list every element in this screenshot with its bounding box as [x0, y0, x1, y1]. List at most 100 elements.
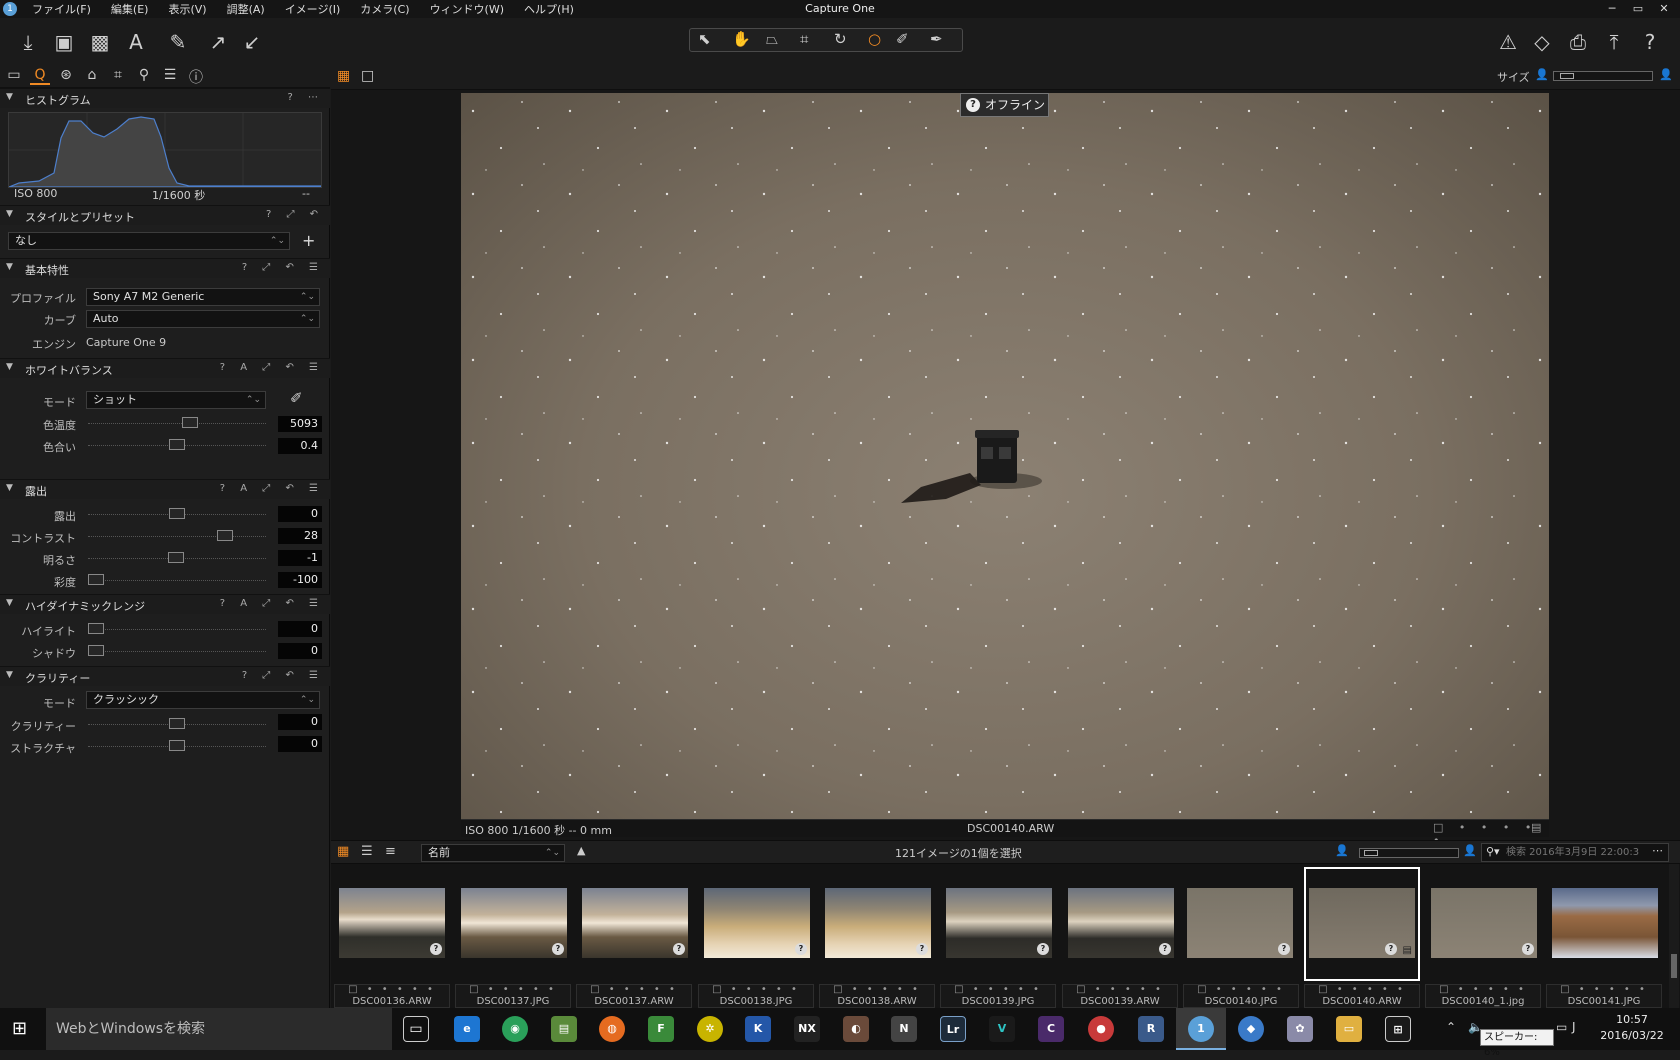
thumbnail-image[interactable]: ? [1068, 888, 1174, 958]
apply-adjust-icon[interactable]: ↙ [238, 28, 266, 56]
single-view-icon[interactable]: □ [361, 68, 374, 84]
white-balance-header[interactable]: ▼ ホワイトバランス ? A ⤢ ↶ ☰ [0, 358, 330, 378]
app-yellow-icon[interactable]: ✲ [697, 1016, 723, 1042]
capture-one-icon[interactable]: 1 [1188, 1016, 1214, 1042]
task-view-icon[interactable]: ▭ [403, 1016, 429, 1042]
slider-knob[interactable] [88, 623, 104, 634]
brightness-slider[interactable] [88, 552, 266, 564]
nx2-icon[interactable]: NX [794, 1016, 820, 1042]
detail-view-icon[interactable]: ≡ [385, 844, 396, 859]
thumbnail-image[interactable]: ? [461, 888, 567, 958]
color-tab-icon[interactable]: ⊛ [56, 67, 76, 85]
collapse-icon[interactable]: ▼ [6, 598, 13, 608]
section-help-icons[interactable]: ? ⋯ [288, 92, 325, 103]
kelvin-value[interactable]: 5093 [278, 416, 322, 432]
histogram-header[interactable]: ▼ ヒストグラム ? ⋯ [0, 88, 330, 108]
filmstrip-scrollbar[interactable] [1669, 864, 1679, 1008]
k3d-icon[interactable]: K [745, 1016, 771, 1042]
section-help-icons[interactable]: ? ⤢ ↶ ☰ [242, 262, 324, 273]
clarity-value[interactable]: 0 [278, 714, 322, 730]
thumbnail-image-selected[interactable]: ? ▤ [1309, 888, 1415, 958]
list-view-icon[interactable]: ☰ [361, 844, 373, 859]
ime-icon[interactable]: J [1572, 1020, 1576, 1034]
profile-select[interactable]: Sony A7 M2 Generic ⌃⌄ [86, 288, 320, 306]
section-help-icons[interactable]: ? A ⤢ ↶ ☰ [220, 362, 324, 373]
keystone-icon[interactable]: ⏢ [766, 30, 778, 48]
spot-removal-icon[interactable]: ○ [868, 30, 881, 48]
compare-icon[interactable]: ◇ [1528, 28, 1556, 56]
collapse-icon[interactable]: ▼ [6, 92, 13, 102]
thumbnail-label[interactable]: □ • • • • • DSC00138.ARW [819, 984, 935, 1008]
rating-dots[interactable]: □ • • • • • [456, 985, 570, 997]
rating-dots[interactable]: □ • • • • • [1547, 985, 1661, 997]
highlight-value[interactable]: 0 [278, 621, 322, 637]
print-icon[interactable]: ⎙ [1564, 28, 1592, 56]
search-input[interactable] [1506, 845, 1642, 860]
library-tab-icon[interactable]: ▭ [4, 67, 24, 85]
details-tab-icon[interactable]: ⚲ [134, 67, 154, 85]
copy-adjust-icon[interactable]: ↗ [204, 28, 232, 56]
more-icon[interactable]: ⋯ [1652, 844, 1663, 857]
exposure-header[interactable]: ▼ 露出 ? A ⤢ ↶ ☰ [0, 479, 330, 499]
select-cursor-icon[interactable]: ⬉ [698, 30, 711, 48]
contrast-value[interactable]: 28 [278, 528, 322, 544]
close-button[interactable]: ✕ [1650, 0, 1678, 18]
chrome-icon[interactable]: ◉ [502, 1016, 528, 1042]
slider-knob[interactable] [182, 417, 198, 428]
thumbnail-label[interactable]: □ • • • • • DSC00137.ARW [576, 984, 692, 1008]
size-slider[interactable] [1553, 71, 1653, 81]
brightness-value[interactable]: -1 [278, 550, 322, 566]
section-help-icons[interactable]: ? ⤢ ↶ ☰ [242, 670, 324, 681]
tray-chevron-icon[interactable]: ⌃ [1446, 1020, 1456, 1034]
slider-knob[interactable] [169, 508, 185, 519]
contrast-slider[interactable] [88, 530, 266, 542]
rotate-icon[interactable]: ↻ [834, 30, 847, 48]
highlight-slider[interactable] [88, 623, 266, 635]
thumbnail-label[interactable]: □ • • • • • DSC00141.JPG [1546, 984, 1662, 1008]
brush-icon[interactable]: ✎ [164, 28, 192, 56]
slider-knob[interactable] [217, 530, 233, 541]
warning-icon[interactable]: ⚠ [1494, 28, 1522, 56]
collapse-icon[interactable]: ▼ [6, 483, 13, 493]
collapse-icon[interactable]: ▼ [6, 262, 13, 272]
edge-icon[interactable]: e [454, 1016, 480, 1042]
thumbnail-image[interactable]: ? [582, 888, 688, 958]
rating-dots[interactable]: □ • • • • • [1184, 985, 1298, 997]
app-bird-icon[interactable]: ◆ [1238, 1016, 1264, 1042]
app-v-icon[interactable]: V [989, 1016, 1015, 1042]
rating-dots[interactable]: □ • • • • • [335, 985, 449, 997]
windows-start-icon[interactable]: ⊞ [12, 1018, 27, 1039]
structure-slider[interactable] [88, 740, 266, 752]
clarity-mode-select[interactable]: クラッシック ⌃⌄ [86, 691, 320, 709]
section-help-icons[interactable]: ? A ⤢ ↶ ☰ [220, 598, 324, 609]
slider-knob[interactable] [88, 645, 104, 656]
hdr-header[interactable]: ▼ ハイダイナミックレンジ ? A ⤢ ↶ ☰ [0, 594, 330, 614]
store-icon[interactable]: ⊞ [1385, 1016, 1411, 1042]
text-style-icon[interactable]: A [122, 28, 150, 56]
thumbnail-label[interactable]: □ • • • • • DSC00137.JPG [455, 984, 571, 1008]
structure-value[interactable]: 0 [278, 736, 322, 752]
rating-dots[interactable]: □ • • • • • [820, 985, 934, 997]
tint-slider[interactable] [88, 439, 266, 451]
thumbnail-image[interactable] [1552, 888, 1658, 958]
multi-view-icon[interactable]: ▦ [337, 68, 350, 84]
saturation-slider[interactable] [88, 574, 266, 586]
rating-dots[interactable]: □ • • • • • [1426, 985, 1540, 997]
thumbnail-image[interactable]: ? [825, 888, 931, 958]
app-eye-icon[interactable]: ◐ [843, 1016, 869, 1042]
taskbar-clock[interactable]: 10:57 2016/03/22 [1592, 1012, 1672, 1044]
metadata-icon[interactable]: ▤ [1531, 821, 1541, 834]
thumbnail-label[interactable]: □ • • • • • DSC00139.JPG [940, 984, 1056, 1008]
saturation-value[interactable]: -100 [278, 572, 322, 588]
network-icon[interactable]: ▭ [1556, 1020, 1567, 1034]
maximize-button[interactable]: ▭ [1624, 0, 1652, 18]
thumbnail-label[interactable]: □ • • • • • DSC00139.ARW [1062, 984, 1178, 1008]
collapse-icon[interactable]: ▼ [6, 209, 13, 219]
thumbnail-label[interactable]: □ • • • • • DSC00140.ARW [1304, 984, 1420, 1008]
slider-knob[interactable] [168, 552, 184, 563]
exposure-slider[interactable] [88, 508, 266, 520]
main-photo[interactable] [461, 93, 1549, 819]
slider-knob[interactable] [88, 574, 104, 585]
basic-header[interactable]: ▼ 基本特性 ? ⤢ ↶ ☰ [0, 258, 330, 278]
styles-select[interactable]: なし ⌃⌄ [8, 232, 290, 250]
